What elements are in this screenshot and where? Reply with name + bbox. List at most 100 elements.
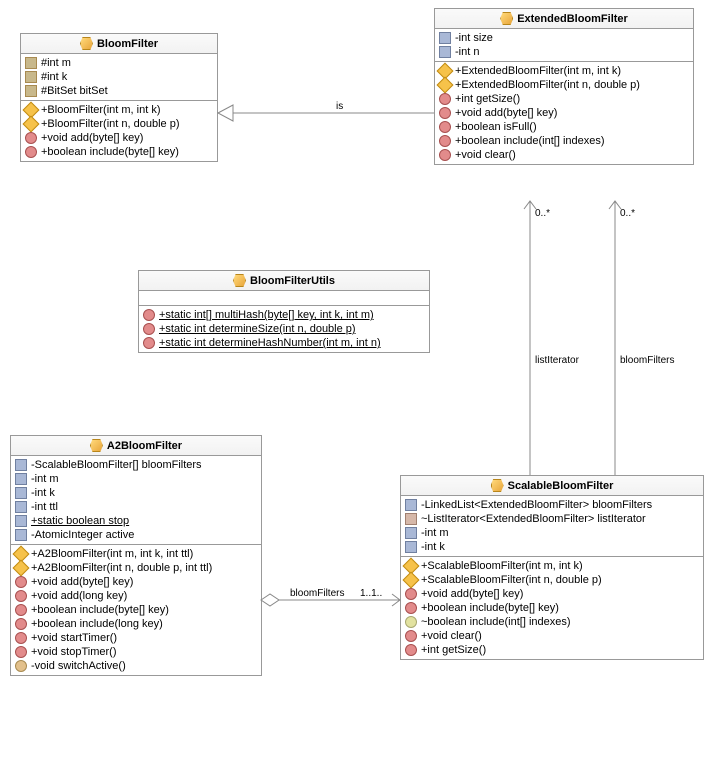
field: -int ttl — [15, 500, 257, 514]
field: -int m — [405, 526, 699, 540]
method: +boolean isFull() — [439, 120, 689, 134]
field: #int k — [25, 70, 213, 84]
field: -AtomicInteger active — [15, 528, 257, 542]
class-a2bloomfilter[interactable]: A2BloomFilter -ScalableBloomFilter[] blo… — [10, 435, 262, 676]
methods-section: +static int[] multiHash(byte[] key, int … — [139, 306, 429, 352]
method-icon — [143, 337, 155, 349]
field-icon — [15, 515, 27, 527]
method: +A2BloomFilter(int m, int k, int ttl) — [15, 547, 257, 561]
methods-section: +A2BloomFilter(int m, int k, int ttl) +A… — [11, 545, 261, 675]
method: +boolean include(byte[] key) — [405, 601, 699, 615]
field: -ScalableBloomFilter[] bloomFilters — [15, 458, 257, 472]
methods-section: +ScalableBloomFilter(int m, int k) +Scal… — [401, 557, 703, 659]
field: +static boolean stop — [15, 514, 257, 528]
field: -LinkedList<ExtendedBloomFilter> bloomFi… — [405, 498, 699, 512]
method-icon — [439, 149, 451, 161]
field: #int m — [25, 56, 213, 70]
method-icon — [15, 576, 27, 588]
fields-section: -ScalableBloomFilter[] bloomFilters -int… — [11, 456, 261, 545]
class-bloomfilterutils[interactable]: BloomFilterUtils +static int[] multiHash… — [138, 270, 430, 353]
relation-label-listiterator: listIterator — [535, 355, 579, 366]
class-title: BloomFilterUtils — [139, 271, 429, 291]
method: +void clear() — [405, 629, 699, 643]
method-icon — [25, 132, 37, 144]
method-icon — [15, 604, 27, 616]
field-icon — [25, 57, 37, 69]
field-icon — [25, 71, 37, 83]
multiplicity-listiterator: 0..* — [535, 208, 550, 219]
field: -int k — [405, 540, 699, 554]
method-icon — [405, 588, 417, 600]
field: ~ListIterator<ExtendedBloomFilter> listI… — [405, 512, 699, 526]
class-name: BloomFilterUtils — [250, 275, 335, 287]
method: +void add(byte[] key) — [15, 575, 257, 589]
field-icon — [15, 529, 27, 541]
method: -void switchActive() — [15, 659, 257, 673]
method-icon — [405, 630, 417, 642]
method-icon — [439, 135, 451, 147]
field-icon — [25, 85, 37, 97]
method-icon — [15, 632, 27, 644]
fields-section: -int size -int n — [435, 29, 693, 62]
method: +ExtendedBloomFilter(int n, double p) — [439, 78, 689, 92]
method: +void clear() — [439, 148, 689, 162]
fields-section: #int m #int k #BitSet bitSet — [21, 54, 217, 101]
method: +void add(byte[] key) — [25, 131, 213, 145]
class-name: A2BloomFilter — [107, 440, 182, 452]
class-bloomfilter[interactable]: BloomFilter #int m #int k #BitSet bitSet… — [20, 33, 218, 162]
field-icon — [15, 487, 27, 499]
fields-section: -LinkedList<ExtendedBloomFilter> bloomFi… — [401, 496, 703, 557]
method-icon — [15, 660, 27, 672]
method: +static int[] multiHash(byte[] key, int … — [143, 308, 425, 322]
multiplicity-bloomfilters-h: 1..1.. — [360, 588, 385, 599]
constructor-icon — [23, 116, 40, 133]
class-name: ScalableBloomFilter — [508, 480, 614, 492]
method: +boolean include(byte[] key) — [25, 145, 213, 159]
method: +void stopTimer() — [15, 645, 257, 659]
relation-label-is: is — [336, 101, 343, 112]
field-icon — [439, 46, 451, 58]
field: -int k — [15, 486, 257, 500]
constructor-icon — [437, 77, 454, 94]
method: ~boolean include(int[] indexes) — [405, 615, 699, 629]
method: +boolean include(long key) — [15, 617, 257, 631]
field: -int n — [439, 45, 689, 59]
method: +void add(byte[] key) — [405, 587, 699, 601]
method-icon — [439, 121, 451, 133]
class-icon — [500, 12, 513, 25]
field-icon — [405, 513, 417, 525]
method: +ScalableBloomFilter(int n, double p) — [405, 573, 699, 587]
multiplicity-bloomfilters: 0..* — [620, 208, 635, 219]
method: +void add(long key) — [15, 589, 257, 603]
method-icon — [15, 646, 27, 658]
method: +boolean include(int[] indexes) — [439, 134, 689, 148]
fields-section — [139, 291, 429, 306]
constructor-icon — [13, 560, 30, 577]
method-icon — [405, 602, 417, 614]
method-icon — [439, 107, 451, 119]
field-icon — [405, 527, 417, 539]
field-icon — [15, 473, 27, 485]
field: #BitSet bitSet — [25, 84, 213, 98]
class-title: ScalableBloomFilter — [401, 476, 703, 496]
class-scalablebloomfilter[interactable]: ScalableBloomFilter -LinkedList<Extended… — [400, 475, 704, 660]
class-icon — [90, 439, 103, 452]
method-icon — [439, 93, 451, 105]
method: +void add(byte[] key) — [439, 106, 689, 120]
method: +ScalableBloomFilter(int m, int k) — [405, 559, 699, 573]
method-icon — [143, 309, 155, 321]
field-icon — [439, 32, 451, 44]
field: -int m — [15, 472, 257, 486]
method: +int getSize() — [405, 643, 699, 657]
method-icon — [405, 616, 417, 628]
class-title: BloomFilter — [21, 34, 217, 54]
method-icon — [405, 644, 417, 656]
field-icon — [15, 501, 27, 513]
method: +int getSize() — [439, 92, 689, 106]
method-icon — [15, 590, 27, 602]
class-extendedbloomfilter[interactable]: ExtendedBloomFilter -int size -int n +Ex… — [434, 8, 694, 165]
class-name: ExtendedBloomFilter — [517, 13, 628, 25]
field: -int size — [439, 31, 689, 45]
method: +BloomFilter(int n, double p) — [25, 117, 213, 131]
class-icon — [80, 37, 93, 50]
